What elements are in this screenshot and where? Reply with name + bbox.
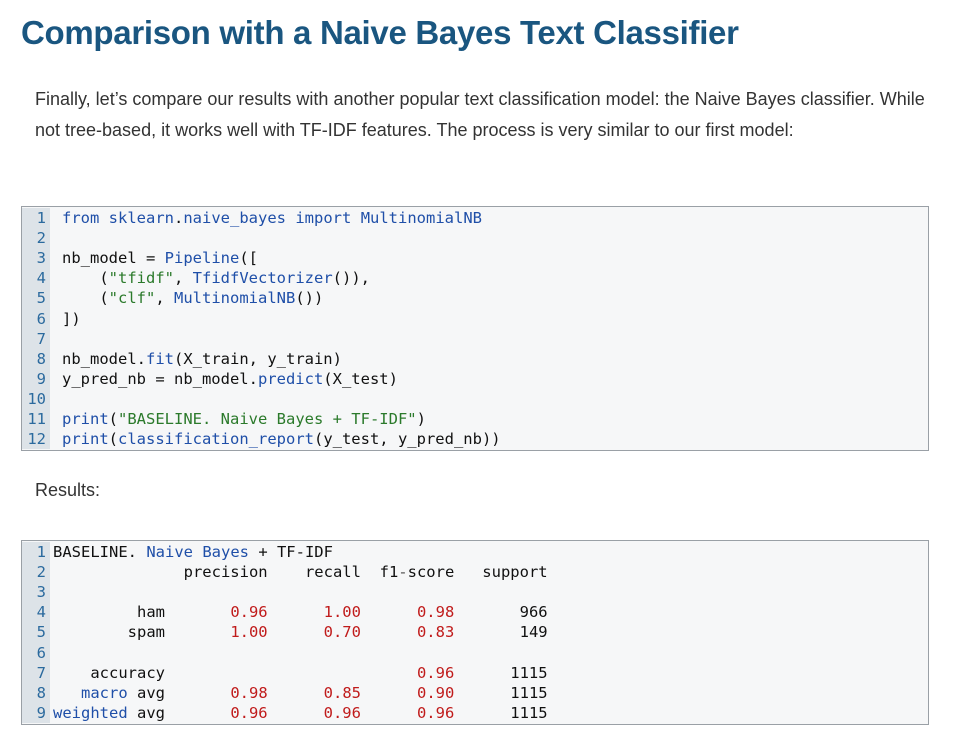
code-line-text: from sklearn.naive_bayes import Multinom… [62,209,483,228]
output-line: 8 macro avg 0.98 0.85 0.90 1115 [22,682,928,703]
output-line: 4 ham 0.96 1.00 0.98 966 [22,602,928,623]
code-line: 6]) [22,308,928,329]
results-output-block: 1 BASELINE. Naive Bayes + TF-IDF 2 precisi… [21,540,929,725]
line-number: 7 [22,328,50,349]
code-line-text: macro avg 0.98 0.85 0.90 1115 [81,683,548,702]
code-line-text: ]) [62,309,81,328]
code-line-text: print("BASELINE. Naive Bayes + TF-IDF") [62,409,426,428]
output-line: 7 accuracy 0.96 1115 [22,662,928,683]
line-number: 6 [22,308,50,329]
code-block: 1 from sklearn.naive_bayes import Multino… [21,206,929,452]
code-line: 12 print(classification_report(y_test, y_… [22,429,928,450]
code-line-text: ham 0.96 1.00 0.98 966 [53,603,548,622]
code-line-text: nb_model = Pipeline([ [62,249,258,268]
code-line-text: weighted avg 0.96 0.96 0.96 1115 [53,703,548,722]
output-line: 1 BASELINE. Naive Bayes + TF-IDF [22,542,928,563]
line-number: 1 [22,208,50,229]
line-number: 9 [22,702,50,723]
line-number: 4 [22,602,50,623]
code-line: 1 from sklearn.naive_bayes import Multino… [22,208,928,229]
code-line-text: y_pred_nb = nb_model.predict(X_test) [62,369,398,388]
line-number: 4 [22,268,50,289]
line-number: 8 [22,682,50,703]
output-line: 9 weighted avg 0.96 0.96 0.96 1115 [22,702,928,723]
line-number: 2 [22,562,50,583]
results-label: Results: [35,480,101,500]
line-number: 8 [22,348,50,369]
code-line-text: nb_model.fit(X_train, y_train) [62,349,342,368]
code-line: 2 [22,228,928,249]
code-line-text: ("clf", MultinomialNB()) [62,289,324,308]
code-line-text: BASELINE. Naive Bayes + TF-IDF [53,543,333,562]
line-number: 2 [22,228,50,249]
output-line: 3 [22,582,928,603]
code-line: 4 ("tfidf", TfidfVectorizer()), [22,268,928,289]
page-title: Comparison with a Naive Bayes Text Class… [21,14,739,51]
line-number: 6 [22,642,50,663]
code-line: 8 nb_model.fit(X_train, y_train) [22,348,928,369]
code-line: 11 print("BASELINE. Naive Bayes + TF-IDF"… [22,408,928,430]
line-number: 1 [22,542,50,563]
line-number: 10 [22,388,50,409]
line-number: 7 [22,662,50,683]
output-line: 6 [22,642,928,663]
line-number: 5 [22,622,50,643]
line-number: 3 [22,248,50,269]
line-number: 9 [22,368,50,389]
code-line: 9 y_pred_nb = nb_model.predict(X_test) [22,368,928,389]
code-line-text: accuracy 0.96 1115 [53,663,548,682]
line-number: 3 [22,582,50,603]
code-line-text: precision recall f1-score support [53,563,548,582]
line-number: 12 [22,429,50,450]
line-number: 11 [22,408,50,430]
output-line: 5 spam 1.00 0.70 0.83 149 [22,622,928,643]
code-line-text: ("tfidf", TfidfVectorizer()), [62,269,370,288]
line-number: 5 [22,288,50,309]
code-line: 10 [22,388,928,409]
code-line-text: print(classification_report(y_test, y_pr… [62,430,501,449]
code-line: 5 ("clf", MultinomialNB()) [22,288,928,309]
output-line: 2 precision recall f1-score support [22,562,928,583]
code-line: 7 [22,328,928,349]
code-line: 3 nb_model = Pipeline([ [22,248,928,269]
intro-paragraph: Finally, let’s compare our results with … [35,89,925,140]
code-line-text: spam 1.00 0.70 0.83 149 [53,623,548,642]
